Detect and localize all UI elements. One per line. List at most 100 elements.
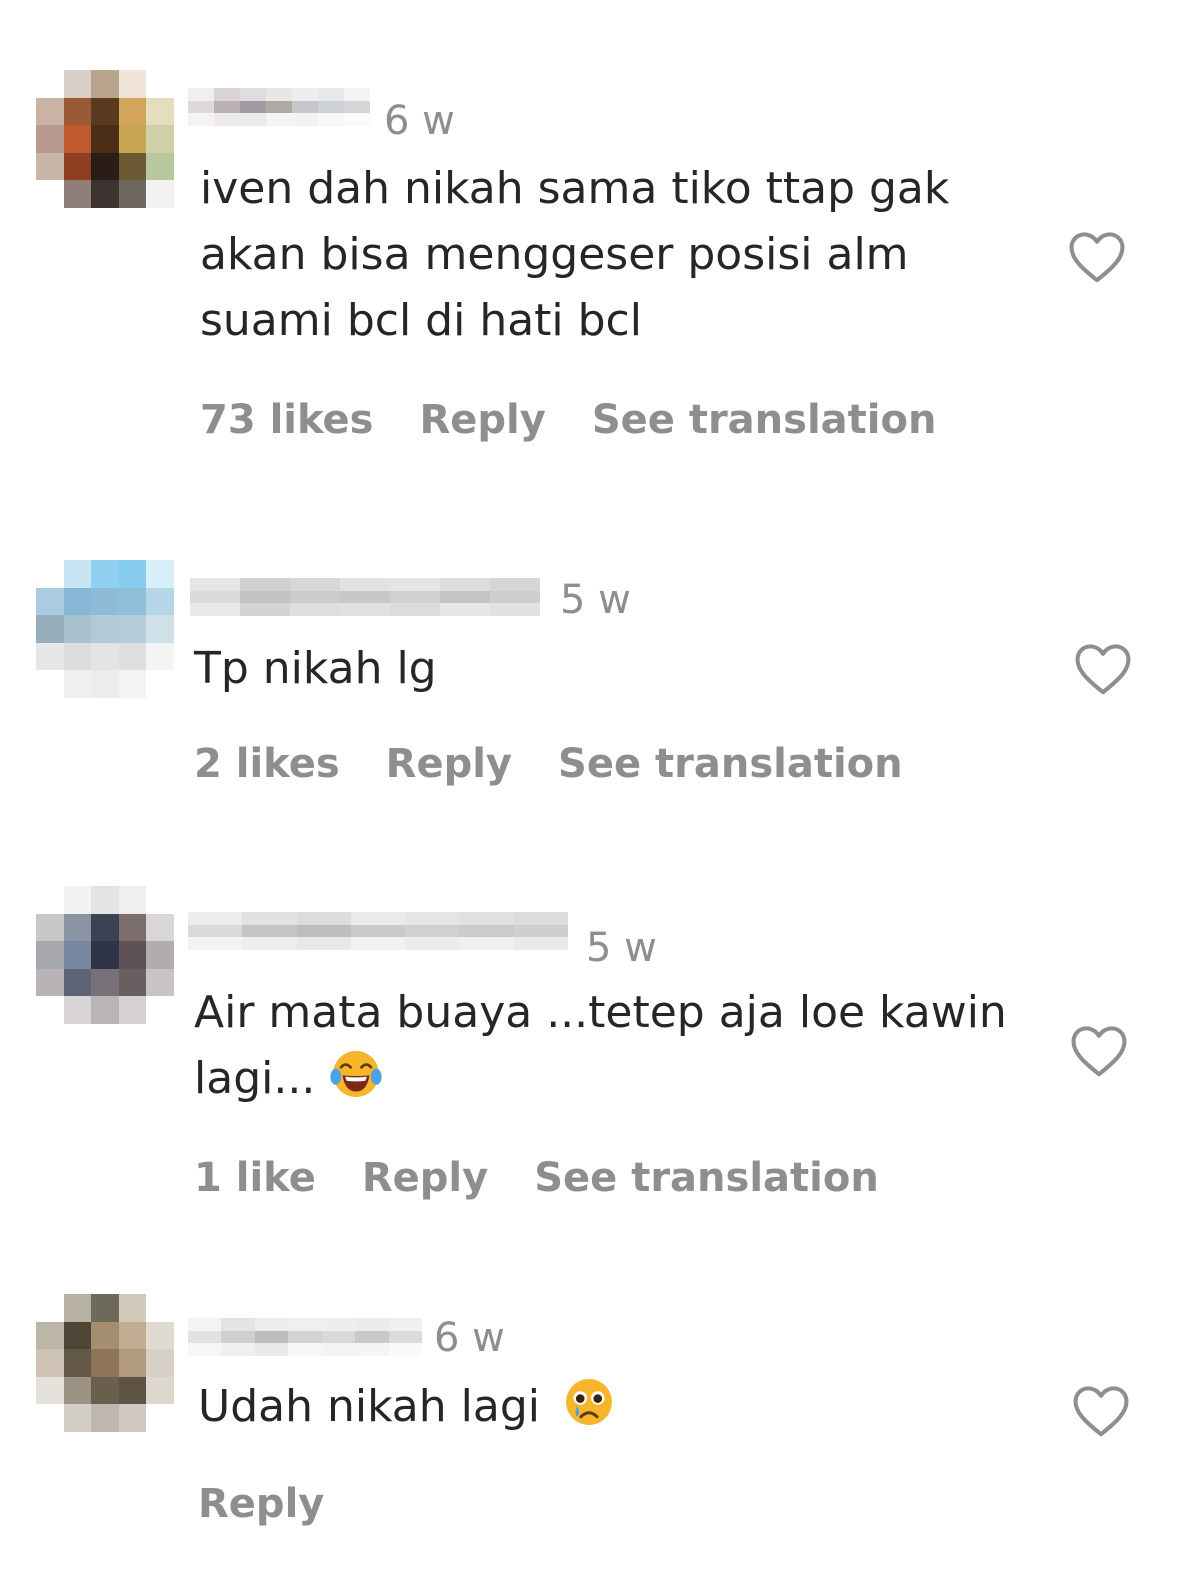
username-pixel xyxy=(513,937,568,950)
username-pixel xyxy=(254,1318,289,1331)
username-pixel xyxy=(390,603,440,616)
avatar-pixel xyxy=(63,1349,92,1377)
avatar-pixel xyxy=(63,941,92,969)
username-pixel xyxy=(459,912,514,925)
reply-button[interactable]: Reply xyxy=(362,1158,488,1198)
username-pixel xyxy=(490,590,540,604)
username[interactable] xyxy=(188,88,370,126)
avatar-pixel xyxy=(118,670,147,698)
avatar-pixel xyxy=(63,560,92,588)
avatar-pixel xyxy=(146,615,174,643)
avatar-pixel xyxy=(146,1349,174,1377)
heart-icon[interactable] xyxy=(1070,1382,1132,1438)
see-translation-button[interactable]: See translation xyxy=(592,400,937,440)
username-pixel xyxy=(240,88,266,101)
avatar-pixel xyxy=(118,1404,147,1432)
avatar-pixel xyxy=(146,968,174,997)
username[interactable] xyxy=(190,578,540,616)
likes-count[interactable]: 73 likes xyxy=(200,400,373,440)
username-pixel xyxy=(459,924,514,938)
avatar-pixel xyxy=(146,642,174,671)
avatar-pixel xyxy=(36,1404,64,1432)
avatar-pixel xyxy=(63,913,92,942)
avatar[interactable] xyxy=(36,1294,174,1432)
avatar-pixel xyxy=(118,615,147,643)
comment-time[interactable]: 5 w xyxy=(560,580,631,620)
avatar-pixel xyxy=(91,1321,119,1350)
username-pixel xyxy=(405,937,460,950)
heart-icon[interactable] xyxy=(1072,640,1134,696)
pleading-face-tear-emoji-icon xyxy=(566,1379,612,1425)
avatar-pixel xyxy=(146,913,174,942)
username-pixel xyxy=(240,578,290,591)
comment-time[interactable]: 5 w xyxy=(586,928,657,968)
laughing-crying-emoji-icon xyxy=(330,1051,382,1097)
avatar-pixel xyxy=(118,1321,147,1350)
avatar-pixel xyxy=(36,670,64,698)
heart-icon[interactable] xyxy=(1068,1022,1130,1078)
username-pixel xyxy=(350,937,406,950)
username-pixel xyxy=(513,924,568,938)
avatar-pixel xyxy=(91,587,119,616)
comment-actions: 73 likes Reply See translation xyxy=(200,400,936,440)
username-pixel xyxy=(340,578,390,591)
username-pixel xyxy=(355,1318,389,1331)
avatar-pixel xyxy=(91,913,119,942)
see-translation-button[interactable]: See translation xyxy=(534,1158,879,1198)
avatar-pixel xyxy=(63,180,92,208)
avatar-pixel xyxy=(91,1404,119,1432)
comment-time[interactable]: 6 w xyxy=(434,1318,505,1358)
avatar-pixel xyxy=(63,97,92,126)
avatar-pixel xyxy=(63,1294,92,1322)
avatar-pixel xyxy=(36,560,64,588)
avatar-pixel xyxy=(91,560,119,588)
avatar-pixel xyxy=(118,1349,147,1377)
comment-time[interactable]: 6 w xyxy=(384,101,455,141)
username-pixel xyxy=(266,113,292,126)
avatar-pixel xyxy=(118,968,147,997)
reply-button[interactable]: Reply xyxy=(386,744,512,784)
username-pixel xyxy=(340,603,390,616)
see-translation-button[interactable]: See translation xyxy=(558,744,903,784)
avatar-pixel xyxy=(118,642,147,671)
reply-button[interactable]: Reply xyxy=(419,400,545,440)
avatar-pixel xyxy=(146,886,174,914)
username-pixel xyxy=(288,1343,322,1356)
username-pixel xyxy=(318,88,344,101)
heart-icon[interactable] xyxy=(1066,228,1128,284)
avatar-pixel xyxy=(91,1376,119,1405)
username[interactable] xyxy=(188,1318,422,1356)
avatar-pixel xyxy=(63,615,92,643)
avatar-pixel xyxy=(63,1404,92,1432)
avatar-pixel xyxy=(118,941,147,969)
username-pixel xyxy=(292,88,318,101)
username-pixel xyxy=(242,937,297,950)
avatar-pixel xyxy=(91,996,119,1024)
reply-button[interactable]: Reply xyxy=(198,1484,324,1524)
avatar-pixel xyxy=(91,941,119,969)
avatar[interactable] xyxy=(36,70,174,208)
likes-count[interactable]: 1 like xyxy=(194,1158,316,1198)
avatar-pixel xyxy=(118,125,147,153)
avatar-pixel xyxy=(91,670,119,698)
username-pixel xyxy=(290,578,340,591)
comment-text: Udah nikah lagi xyxy=(198,1374,1048,1440)
username-pixel xyxy=(321,1318,356,1331)
username-pixel xyxy=(513,912,568,925)
avatar[interactable] xyxy=(36,560,174,698)
likes-count[interactable]: 2 likes xyxy=(194,744,340,784)
username-pixel xyxy=(355,1343,389,1356)
avatar-pixel xyxy=(146,1376,174,1405)
avatar-pixel xyxy=(36,1376,64,1405)
username-pixel xyxy=(459,937,514,950)
avatar-pixel xyxy=(91,1294,119,1322)
username-pixel xyxy=(188,912,243,925)
avatar-pixel xyxy=(91,70,119,98)
username-pixel xyxy=(221,1343,255,1356)
avatar-pixel xyxy=(63,886,92,914)
username[interactable] xyxy=(188,912,568,950)
avatar-pixel xyxy=(118,560,147,588)
avatar[interactable] xyxy=(36,886,174,1024)
avatar-pixel xyxy=(118,97,147,126)
avatar-pixel xyxy=(36,70,64,98)
